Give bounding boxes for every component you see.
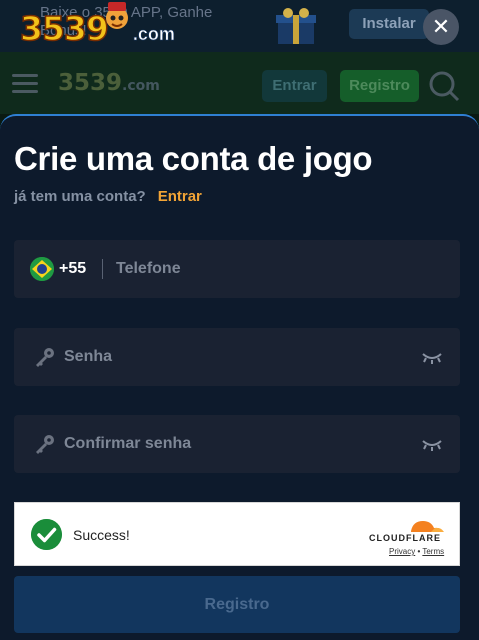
captcha-links: Privacy • Terms <box>389 547 444 556</box>
logo-domain: .com <box>132 24 176 45</box>
cloudflare-brand: CLOUDFLARE <box>369 533 441 543</box>
eye-closed-icon[interactable] <box>421 351 443 365</box>
cloudflare-captcha: Success! CLOUDFLARE Privacy • Terms <box>14 502 460 566</box>
site-header: 3539.com Entrar Registro <box>0 52 479 114</box>
menu-icon[interactable] <box>12 74 38 94</box>
login-link[interactable]: Entrar <box>158 188 202 205</box>
links-separator: • <box>417 547 421 556</box>
phone-field[interactable]: +55 Telefone <box>14 240 460 298</box>
install-app-button[interactable]: Instalar <box>349 9 429 39</box>
password-input[interactable]: Senha <box>64 348 112 366</box>
close-modal-button[interactable]: ✕ <box>423 9 459 45</box>
captcha-status: Success! <box>73 527 130 543</box>
header-login-button[interactable]: Entrar <box>262 70 327 102</box>
header-logo-number: 3539 <box>58 70 123 96</box>
register-modal: Crie uma conta de jogo já tem uma conta?… <box>0 114 479 640</box>
field-divider <box>102 259 103 279</box>
site-logo: 3539 .com <box>19 2 176 49</box>
header-logo[interactable]: 3539.com <box>58 70 160 96</box>
brazil-flag-icon <box>30 257 54 281</box>
search-icon[interactable] <box>428 70 460 102</box>
privacy-link[interactable]: Privacy <box>389 547 415 556</box>
password-field[interactable]: Senha <box>14 328 460 386</box>
header-register-button[interactable]: Registro <box>340 70 419 102</box>
key-icon <box>36 348 54 367</box>
confirm-password-input[interactable]: Confirmar senha <box>64 435 191 453</box>
mascot-icon <box>102 0 132 32</box>
confirm-password-field[interactable]: Confirmar senha <box>14 415 460 473</box>
gift-box-icon <box>276 8 316 44</box>
key-icon <box>36 435 54 454</box>
success-check-icon <box>31 519 62 550</box>
have-account-text: já tem uma conta? <box>14 188 146 205</box>
modal-title: Crie uma conta de jogo <box>14 140 373 177</box>
phone-input[interactable]: Telefone <box>116 260 181 278</box>
header-logo-domain: .com <box>122 78 160 94</box>
logo-number: 3539 <box>19 8 109 49</box>
terms-link[interactable]: Terms <box>422 547 444 556</box>
login-prompt: já tem uma conta? Entrar <box>14 188 202 205</box>
eye-closed-icon[interactable] <box>421 438 443 452</box>
register-submit-button[interactable]: Registro <box>14 576 460 633</box>
country-code[interactable]: +55 <box>59 260 86 278</box>
